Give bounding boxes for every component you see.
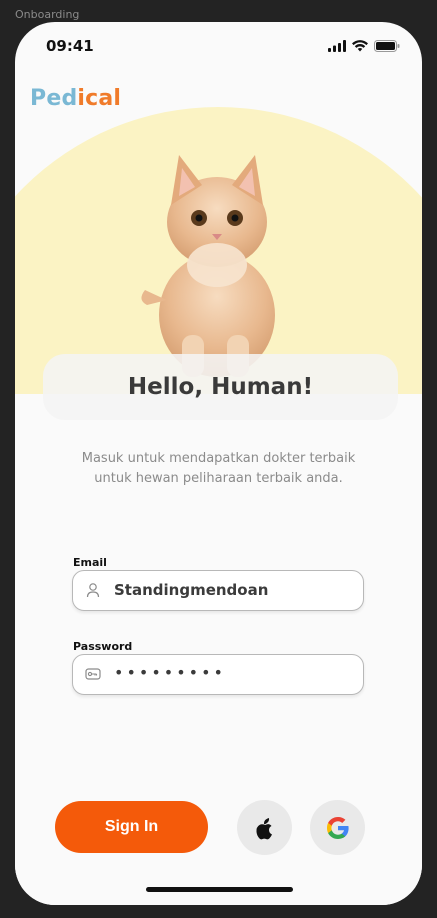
sign-in-button[interactable]: Sign In bbox=[55, 801, 208, 853]
google-sign-in-button[interactable] bbox=[310, 800, 365, 855]
wifi-icon bbox=[352, 40, 368, 52]
status-time: 09:41 bbox=[46, 37, 94, 55]
password-value: ••••••••• bbox=[114, 663, 226, 682]
greeting-title: Hello, Human! bbox=[127, 374, 314, 400]
apple-icon bbox=[255, 817, 272, 839]
logo-part-ical: ical bbox=[77, 86, 122, 111]
frame-label: Onboarding bbox=[15, 8, 80, 21]
home-indicator[interactable] bbox=[146, 887, 293, 892]
password-label: Password bbox=[73, 640, 133, 653]
phone-screen: 09:41 Pedical Hello, Human! Masuk untuk … bbox=[15, 22, 422, 905]
sign-in-label: Sign In bbox=[104, 818, 159, 835]
status-icons bbox=[328, 40, 400, 52]
signal-icon bbox=[328, 40, 346, 52]
email-value: Standingmendoan bbox=[114, 581, 269, 599]
status-bar: 09:41 bbox=[15, 22, 422, 72]
email-label: Email bbox=[73, 556, 107, 569]
cat-illustration bbox=[141, 155, 275, 377]
logo-part-ped: Ped bbox=[30, 86, 78, 111]
google-icon bbox=[326, 816, 349, 839]
app-logo: Pedical bbox=[30, 86, 121, 111]
subtitle-text: Masuk untuk mendapatkan dokter terbaik u… bbox=[81, 451, 356, 486]
password-field[interactable]: ••••••••• bbox=[72, 654, 364, 695]
apple-sign-in-button[interactable] bbox=[237, 800, 292, 855]
battery-icon bbox=[374, 40, 400, 52]
user-icon bbox=[86, 583, 100, 598]
greeting-card: Hello, Human! bbox=[43, 354, 398, 420]
key-icon bbox=[85, 668, 101, 680]
email-field[interactable]: Standingmendoan bbox=[72, 570, 364, 611]
